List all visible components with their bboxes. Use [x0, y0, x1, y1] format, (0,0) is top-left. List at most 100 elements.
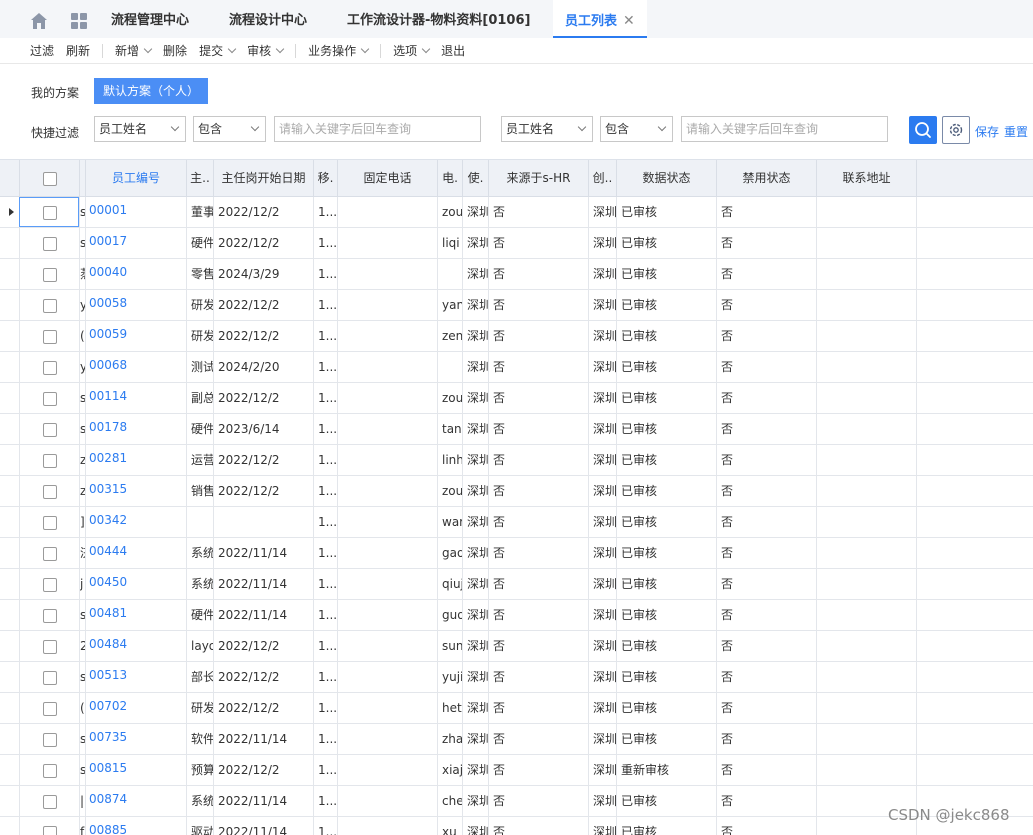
cell-employee-id[interactable]: 00058: [86, 290, 187, 320]
cell-employee-id[interactable]: 00001: [86, 197, 187, 227]
row-checkbox[interactable]: [42, 670, 57, 685]
cell-employee-id[interactable]: 00315: [86, 476, 187, 506]
delete-button[interactable]: 删除: [163, 42, 187, 59]
row-checkbox[interactable]: [42, 453, 57, 468]
row-checkbox[interactable]: [42, 267, 57, 282]
table-row[interactable]: y00058研发2022/12/21...yan深圳否深圳已审核否: [0, 290, 1033, 321]
row-checkbox[interactable]: [42, 422, 57, 437]
row-checkbox[interactable]: [42, 236, 57, 251]
header-select-all-cell[interactable]: [20, 160, 80, 197]
cell-employee-id[interactable]: 00874: [86, 786, 187, 816]
save-button[interactable]: 保存: [975, 123, 999, 140]
tab-employee-list[interactable]: 员工列表 ✕: [553, 0, 647, 38]
default-scheme-button[interactable]: 默认方案（个人）: [94, 78, 208, 104]
cell-employee-id[interactable]: 00702: [86, 693, 187, 723]
row-select-cell[interactable]: [20, 352, 80, 382]
cell-employee-id[interactable]: 00735: [86, 724, 187, 754]
search-button[interactable]: [909, 116, 937, 144]
cell-employee-id[interactable]: 00342: [86, 507, 187, 537]
row-select-cell[interactable]: [20, 259, 80, 289]
table-row[interactable]: s 00481 硬件 2022/11/14 1... guo 深圳否深圳 已审核否: [0, 600, 1033, 631]
cell-employee-id[interactable]: 00481: [86, 600, 187, 630]
reset-button[interactable]: 重置: [1004, 123, 1028, 140]
table-row[interactable]: z 00281 运营 2022/12/2 1... linh 深圳否深圳 已审核否: [0, 445, 1033, 476]
row-select-cell[interactable]: [20, 476, 80, 506]
row-checkbox[interactable]: [42, 360, 57, 375]
filter-button[interactable]: 过滤: [30, 42, 54, 59]
filter-operator-select-1[interactable]: 包含: [193, 116, 266, 142]
cell-employee-id[interactable]: 00484: [86, 631, 187, 661]
row-select-cell[interactable]: [20, 228, 80, 258]
cell-employee-id[interactable]: 00059: [86, 321, 187, 351]
table-row[interactable]: s 00815 预算 2022/12/2 1... xiaj 深圳否深圳 重新审核否: [0, 755, 1033, 786]
header-fixed-phone[interactable]: 固定电话: [338, 160, 438, 197]
table-row[interactable]: 200484layo2022/12/21...sun深圳否深圳已审核否: [0, 631, 1033, 662]
row-select-cell[interactable]: [20, 507, 80, 537]
header-email[interactable]: 电.: [438, 160, 463, 197]
row-select-cell[interactable]: [20, 445, 80, 475]
cell-employee-id[interactable]: 00040: [86, 259, 187, 289]
row-select-cell[interactable]: [20, 786, 80, 816]
cell-employee-id[interactable]: 00885: [86, 817, 187, 835]
row-select-cell[interactable]: [20, 569, 80, 599]
row-select-cell[interactable]: [20, 321, 80, 351]
header-use-org[interactable]: 使.: [463, 160, 489, 197]
row-select-cell[interactable]: [20, 414, 80, 444]
row-select-cell[interactable]: [20, 755, 80, 785]
business-operations-button[interactable]: 业务操作: [308, 42, 370, 59]
header-from-shr[interactable]: 来源于s-HR: [489, 160, 589, 197]
filter-operator-select-2[interactable]: 包含: [600, 116, 673, 142]
header-creator-org[interactable]: 创..: [589, 160, 617, 197]
table-row[interactable]: z 00315 销售 2022/12/2 1... zou 深圳否深圳 已审核否: [0, 476, 1033, 507]
header-post-start-date[interactable]: 主任岗开始日期: [214, 160, 314, 197]
header-contact-address[interactable]: 联系地址: [817, 160, 917, 197]
table-row[interactable]: s 00178 硬件 2023/6/14 1... tan 深圳否深圳 已审核否: [0, 414, 1033, 445]
home-icon[interactable]: [30, 12, 48, 30]
exit-button[interactable]: 退出: [441, 42, 465, 59]
table-row[interactable]: | 00874 系统 2022/11/14 1... che 深圳否深圳 已审核否: [0, 786, 1033, 817]
row-checkbox[interactable]: [42, 577, 57, 592]
filter-field-select-2[interactable]: 员工姓名: [501, 116, 593, 142]
table-row[interactable]: 济00444系统2022/11/141...gao深圳否深圳已审核否: [0, 538, 1033, 569]
row-select-cell[interactable]: [20, 817, 80, 835]
row-select-cell[interactable]: [20, 383, 80, 413]
row-select-cell[interactable]: [20, 693, 80, 723]
row-checkbox[interactable]: [42, 794, 57, 809]
table-row[interactable]: s 00017 硬件 2022/12/2 1... liqi 深圳否深圳 已审核否: [0, 228, 1033, 259]
table-row[interactable]: ] 00342 1... war 深圳否深圳 已审核否: [0, 507, 1033, 538]
options-button[interactable]: 选项: [393, 42, 431, 59]
row-checkbox[interactable]: [42, 515, 57, 530]
select-all-checkbox[interactable]: [42, 171, 57, 186]
row-checkbox[interactable]: [42, 329, 57, 344]
header-disabled-status[interactable]: 禁用状态: [717, 160, 817, 197]
table-row[interactable]: 蒸00040零售2024/3/291...深圳否深圳已审核否: [0, 259, 1033, 290]
header-mobile[interactable]: 移.: [314, 160, 338, 197]
header-main-post[interactable]: 主..: [187, 160, 214, 197]
row-select-cell[interactable]: [20, 631, 80, 661]
row-checkbox[interactable]: [42, 484, 57, 499]
tab-process-management[interactable]: 流程管理中心: [111, 0, 189, 38]
cell-employee-id[interactable]: 00114: [86, 383, 187, 413]
settings-button[interactable]: [942, 116, 970, 144]
row-checkbox[interactable]: [42, 298, 57, 313]
table-row[interactable]: j 00450 系统 2022/11/14 1... qiuj 深圳否深圳 已审核否: [0, 569, 1033, 600]
refresh-button[interactable]: 刷新: [66, 42, 90, 59]
audit-button[interactable]: 审核: [247, 42, 285, 59]
row-select-cell[interactable]: [20, 290, 80, 320]
table-row[interactable]: s 00513 部长 2022/12/2 1... yuji 深圳否深圳 已审核否: [0, 662, 1033, 693]
apps-grid-icon[interactable]: [70, 12, 88, 30]
submit-button[interactable]: 提交: [199, 42, 237, 59]
cell-employee-id[interactable]: 00444: [86, 538, 187, 568]
table-row[interactable]: s 00114 副总 2022/12/2 1... zou 深圳否深圳 已审核否: [0, 383, 1033, 414]
table-row[interactable]: f 00885 驱动 2022/11/14 1... xu 深圳否深圳 已审核否: [0, 817, 1033, 835]
cell-employee-id[interactable]: 00178: [86, 414, 187, 444]
row-checkbox[interactable]: [42, 825, 57, 835]
table-row[interactable]: s 00735 软件 2022/11/14 1... zha 深圳否深圳 已审核否: [0, 724, 1033, 755]
filter-keyword-input-1[interactable]: [274, 116, 481, 142]
row-select-cell[interactable]: [20, 538, 80, 568]
header-employee-id[interactable]: 员工编号: [86, 160, 187, 197]
close-icon[interactable]: ✕: [623, 13, 635, 29]
row-checkbox[interactable]: [42, 546, 57, 561]
row-checkbox[interactable]: [42, 763, 57, 778]
row-select-cell[interactable]: [20, 724, 80, 754]
